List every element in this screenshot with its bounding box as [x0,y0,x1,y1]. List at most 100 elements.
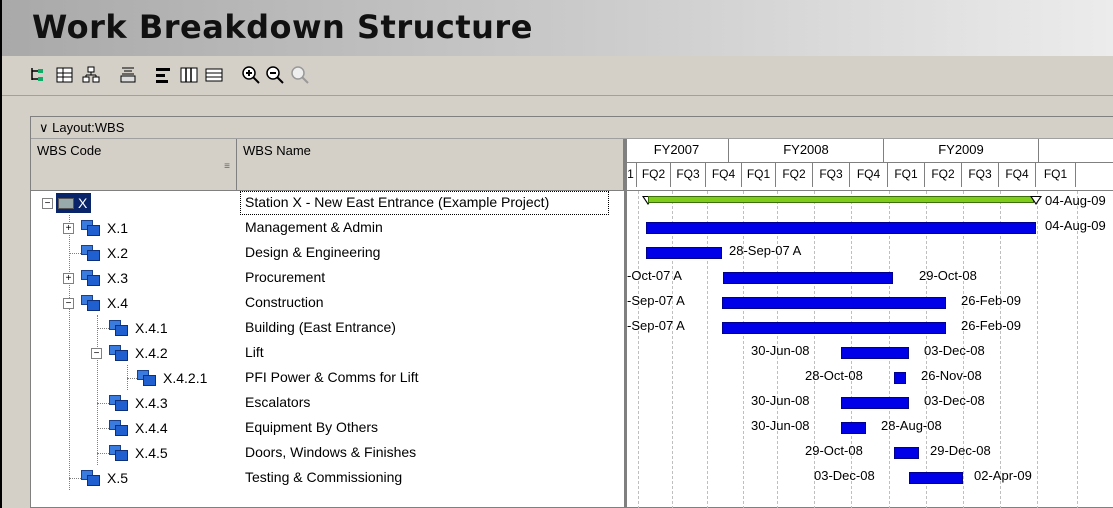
org-chart-icon[interactable] [80,64,102,86]
wbs-code-cell: X.1 [79,218,132,238]
start-label: -Sep-07 A [627,318,685,333]
activity-bar[interactable] [909,472,963,484]
app-window: Work Breakdown Structure ∨ Layout:WBS WB… [0,0,1113,508]
activity-bar[interactable] [722,322,946,334]
grid-line [1037,191,1038,508]
expand-toggle[interactable]: + [63,273,74,284]
table-row[interactable]: X.4.4 Equipment By Others [31,416,625,441]
title-bar: Work Breakdown Structure [2,0,1113,56]
wbs-node-icon [109,320,129,336]
wbs-name-cell: PFI Power & Comms for Lift [245,369,419,385]
finish-label: 03-Dec-08 [924,343,985,358]
wbs-node-icon [81,220,101,236]
quarter-cell: FQ1 [1036,163,1076,187]
collapse-toggle[interactable]: − [42,198,53,209]
grid-line [1000,191,1001,508]
wbs-name-cell: Building (East Entrance) [245,319,396,335]
activity-bar[interactable] [723,272,893,284]
quarter-cell: FQ2 [925,163,962,187]
start-label: 03-Dec-08 [814,468,875,483]
expand-toggle[interactable]: + [63,223,74,234]
table-row[interactable]: X.4.1 Building (East Entrance) [31,316,625,341]
table-row[interactable]: X.4.5 Doors, Windows & Finishes [31,441,625,466]
wbs-code-cell: X.4.2.1 [135,368,211,388]
collapse-toggle[interactable]: − [63,298,74,309]
quarter-cell: FQ1 [742,163,776,187]
table-row[interactable]: X.4.3 Escalators [31,391,625,416]
wbs-code-cell: X.4 [79,293,132,313]
collapse-toggle[interactable]: − [91,348,102,359]
finish-milestone-icon [1030,196,1042,205]
quarter-cell: FQ3 [671,163,706,187]
activity-bar[interactable] [894,372,906,384]
quarter-cell: FQ2 [776,163,813,187]
wbs-name-cell: Testing & Commissioning [245,469,403,485]
column-header-wbs-name[interactable]: WBS Name [237,139,624,191]
finish-label: 04-Aug-09 [1045,193,1106,208]
bars-icon[interactable] [153,64,175,86]
finish-label: 02-Apr-09 [974,468,1032,483]
table-row[interactable]: + X.1 Management & Admin [31,216,625,241]
column-header-wbs-code[interactable]: WBS Code ≡ [31,139,237,191]
activity-bar[interactable] [841,347,909,359]
table-row[interactable]: + X.3 Procurement [31,266,625,291]
quarter-cell: FQ4 [706,163,742,187]
project-bar[interactable] [648,196,1034,203]
chart-levels-icon[interactable] [117,64,139,86]
table-view-icon[interactable] [203,64,225,86]
wbs-name-cell: Construction [245,294,324,310]
table-row[interactable]: − X Station X - New East Entrance (Examp… [31,191,625,216]
zoom-in-icon[interactable] [240,64,262,86]
quarter-cell: FQ1 [888,163,925,187]
wbs-code-cell: X.4.5 [107,443,172,463]
activity-bar[interactable] [841,422,866,434]
wbs-name-cell: Equipment By Others [245,419,379,435]
activity-bar[interactable] [722,297,946,309]
activity-bar[interactable] [894,447,919,459]
year-cell: FY2007 [625,139,729,163]
table-row[interactable]: − X.4.2 Lift [31,341,625,366]
wbs-name-cell: Procurement [245,269,326,285]
toolbar [2,56,1113,96]
grid-line [707,191,708,508]
expand-grid-icon[interactable] [54,64,76,86]
table-row[interactable]: X.2 Design & Engineering [31,241,625,266]
activity-bar[interactable] [646,247,722,259]
wbs-node-icon [109,420,129,436]
wbs-node-icon [109,395,129,411]
wbs-name-cell: Escalators [245,394,311,410]
activity-bar[interactable] [841,397,909,409]
grid-line [638,191,639,508]
finish-label: 03-Dec-08 [924,393,985,408]
wbs-code-cell: X.3 [79,268,132,288]
finish-label: 28-Aug-08 [881,418,942,433]
finish-label: 04-Aug-09 [1045,218,1106,233]
start-label: 30-Jun-08 [751,393,810,408]
finish-label: 26-Nov-08 [921,368,982,383]
wbs-code-cell: X.4.4 [107,418,172,438]
columns-icon[interactable] [178,64,200,86]
wbs-code-cell: X.4.3 [107,393,172,413]
zoom-out-icon[interactable] [264,64,286,86]
layout-bar[interactable]: ∨ Layout:WBS [31,117,1113,139]
wbs-tree-icon[interactable] [28,64,50,86]
start-label: -Oct-07 A [627,268,682,283]
start-label: 30-Jun-08 [751,418,810,433]
table-row[interactable]: − X.4 Construction [31,291,625,316]
timescale-header: FY2007 FY2008 FY2009 1 FQ2 FQ3 FQ4 FQ1 F… [625,139,1113,191]
grid-line [1077,191,1078,508]
wbs-node-icon [137,370,157,386]
wbs-name-cell: Doors, Windows & Finishes [245,444,417,460]
sort-icon: ≡ [224,161,230,172]
wbs-panel: ∨ Layout:WBS WBS Code ≡ WBS Name FY2007 … [30,116,1113,508]
wbs-node-icon [81,470,101,486]
table-row[interactable]: X.4.2.1 PFI Power & Comms for Lift [31,366,625,391]
quarter-cell: FQ3 [813,163,850,187]
activity-bar[interactable] [646,222,1036,234]
finish-label: 26-Feb-09 [961,293,1021,308]
zoom-fit-icon[interactable] [289,64,311,86]
quarter-cell: FQ4 [999,163,1036,187]
layout-label[interactable]: ∨ Layout:WBS [39,120,124,136]
table-row[interactable]: X.5 Testing & Commissioning [31,466,625,491]
grid-line [814,191,815,508]
